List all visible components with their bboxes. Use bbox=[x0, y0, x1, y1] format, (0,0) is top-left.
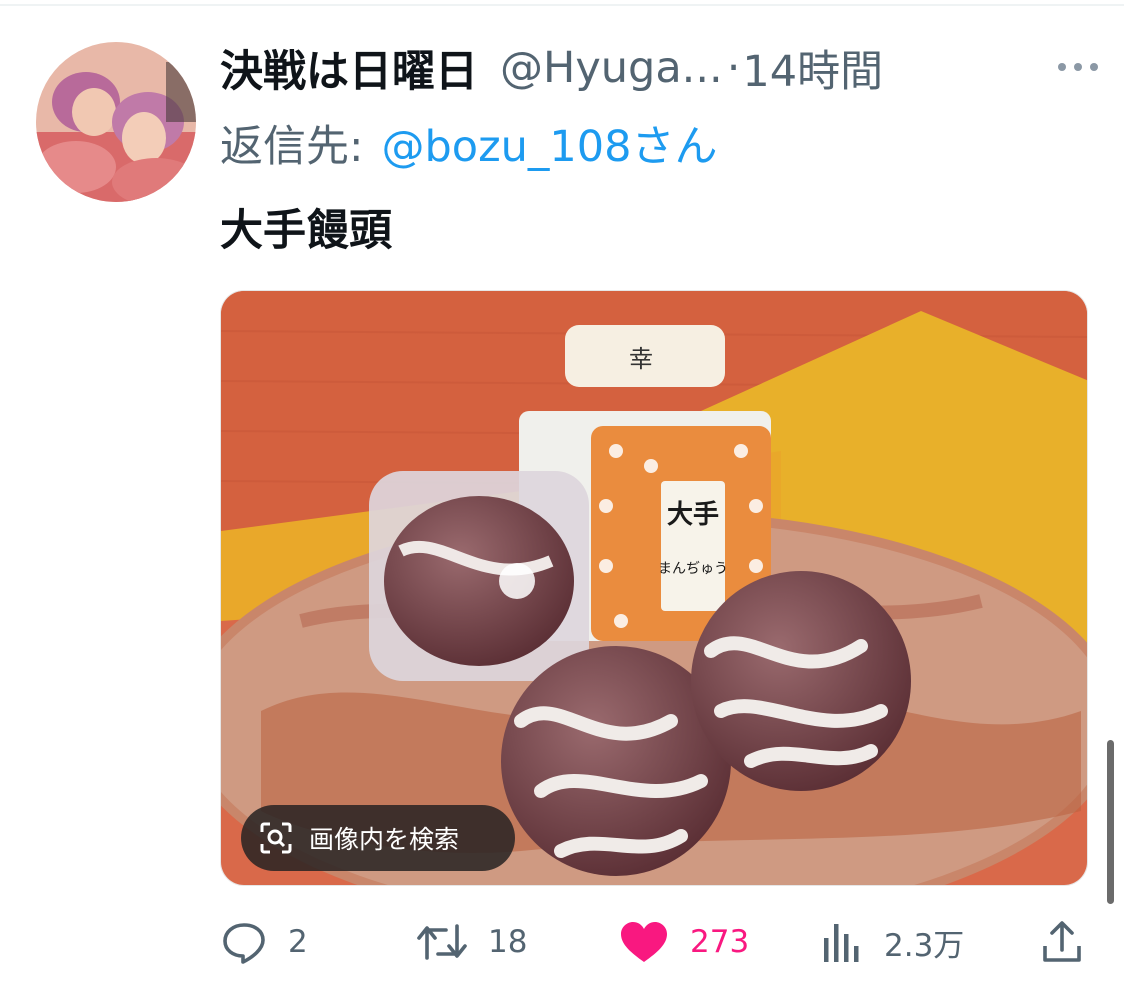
like-button[interactable]: 273 bbox=[618, 912, 749, 972]
retweet-count: 18 bbox=[488, 924, 528, 960]
box-label-line2: まんぢゅう bbox=[658, 560, 728, 577]
views-icon bbox=[824, 924, 859, 962]
retweet-button[interactable]: 18 bbox=[416, 912, 527, 972]
reply-prefix: 返信先: bbox=[220, 122, 364, 172]
share-button[interactable] bbox=[1040, 912, 1084, 972]
timestamp[interactable]: 14時間 bbox=[742, 37, 883, 99]
share-icon bbox=[1043, 921, 1081, 962]
reply-button[interactable]: 2 bbox=[220, 912, 308, 972]
scrollbar[interactable] bbox=[1107, 740, 1114, 904]
more-icon[interactable] bbox=[1056, 52, 1100, 82]
tweet-text: 大手饅頭 bbox=[220, 206, 392, 256]
reply-mention-link[interactable]: @bozu_108さん bbox=[382, 112, 718, 174]
box-label-line1: 大手 bbox=[667, 500, 719, 530]
like-count: 273 bbox=[690, 924, 750, 960]
reply-count: 2 bbox=[288, 924, 308, 960]
views-button[interactable]: 2.3万 bbox=[820, 912, 964, 972]
action-bar: 2 18 273 2.3万 bbox=[220, 912, 1090, 972]
top-divider bbox=[0, 4, 1124, 6]
reply-to-line: 返信先: @bozu_108さん bbox=[220, 113, 718, 173]
display-name[interactable]: 決戦は日曜日 bbox=[220, 37, 478, 99]
reply-icon bbox=[223, 923, 265, 964]
lid-stamp: 幸 bbox=[629, 345, 653, 373]
avatar[interactable] bbox=[36, 42, 196, 202]
image-search-icon bbox=[260, 822, 292, 854]
user-handle[interactable]: @Hyuga... bbox=[500, 43, 723, 93]
heart-icon bbox=[621, 922, 667, 962]
tweet-image[interactable]: 大手 まんぢゅう 幸 画像内を検索 bbox=[220, 290, 1088, 886]
image-search-label: 画像内を検索 bbox=[309, 825, 460, 854]
tweet-header: 決戦は日曜日 @Hyuga... · 14時間 bbox=[220, 38, 1100, 98]
separator-dot: · bbox=[726, 43, 741, 93]
image-search-button[interactable]: 画像内を検索 bbox=[241, 805, 515, 871]
view-count: 2.3万 bbox=[884, 927, 965, 964]
retweet-icon bbox=[417, 924, 467, 960]
